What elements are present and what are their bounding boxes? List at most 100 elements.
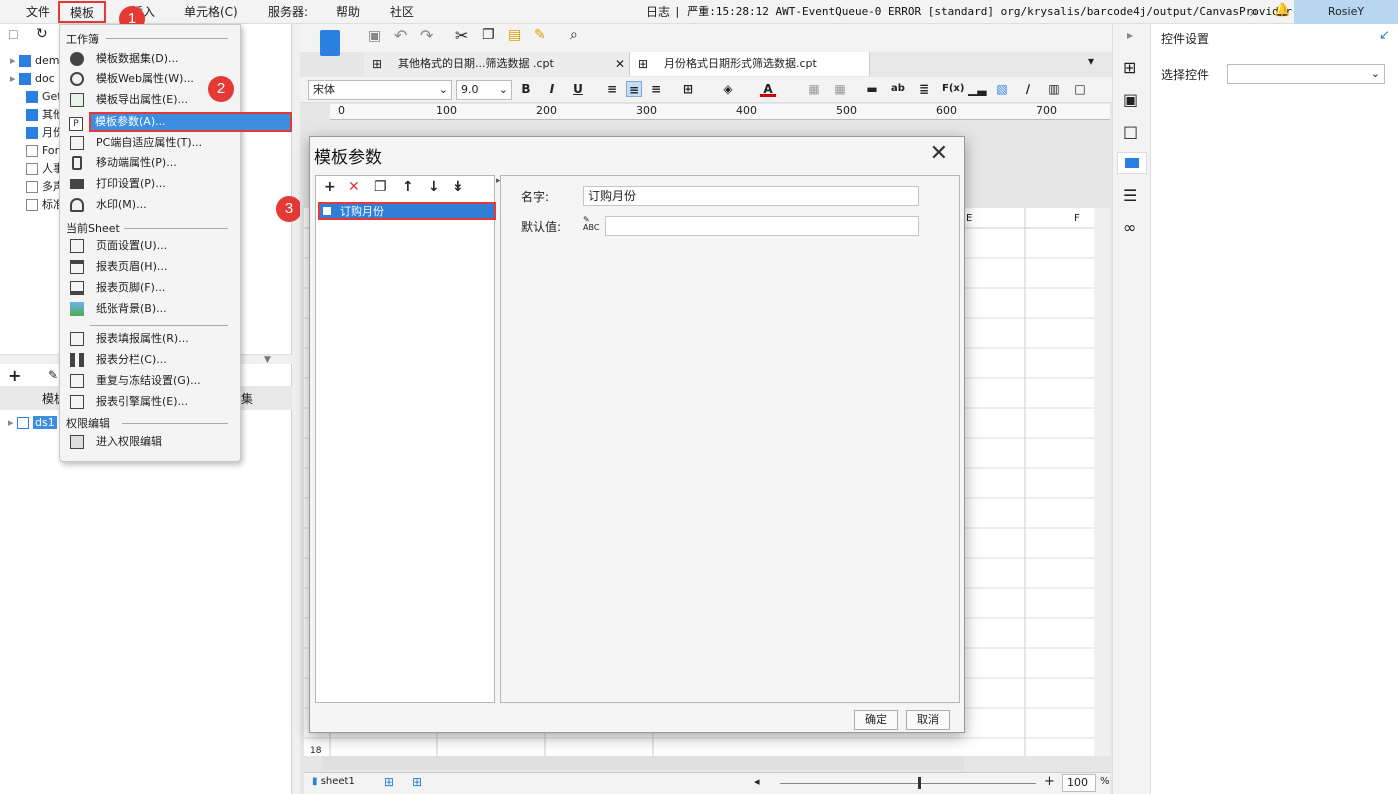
merge-icon[interactable]: ▦ [806,81,822,97]
row-header[interactable]: 18 [310,746,321,756]
bold-button[interactable]: B [518,81,534,97]
pin-icon[interactable]: ↙ [1379,28,1390,43]
sort-icon[interactable]: ↡ [452,179,464,195]
float-icon[interactable]: □ [1123,122,1138,141]
chevron-right-icon[interactable]: ▸ [1127,28,1133,42]
log-label[interactable]: 日志 [646,0,670,24]
add-dataset-icon[interactable]: + [8,366,21,385]
default-value-input[interactable] [605,216,919,236]
select-widget-dropdown[interactable]: ⌄ [1227,64,1385,84]
menu-pc-adaptive[interactable]: PC端自适应属性(T)... [64,133,236,153]
chart-icon[interactable]: ▁▃ [968,81,986,97]
border-icon[interactable]: ⊞ [680,81,696,97]
menu-report-header[interactable]: 报表页眉(H)... [64,257,236,277]
zoom-out-icon[interactable]: ◂ [754,775,760,788]
add-icon[interactable]: + [324,179,336,195]
menu-paper-background[interactable]: 纸张背景(B)... [64,299,236,319]
list-icon[interactable]: ☰ [1123,186,1137,205]
align-right-icon[interactable]: ≡ [648,81,664,97]
font-size-select[interactable]: 9.0 ⌄ [456,80,512,100]
tree-row[interactable]: ▸ dem [10,52,60,70]
undo-icon[interactable]: ↶ [394,26,407,45]
add-sheet-icon-2[interactable]: ⊞ [412,775,422,789]
param-list-item[interactable]: 订购月份 [318,202,496,220]
menu-enter-permission[interactable]: 进入权限编辑 [64,432,236,452]
menu-server[interactable]: 服务器: [268,0,308,24]
tab-document-1[interactable]: ⊞ 其他格式的日期...筛选数据 .cpt ✕ [364,52,630,76]
insert-row-icon[interactable]: ▬ [864,81,880,97]
float-element-icon[interactable]: □ [1072,81,1088,97]
menu-fill-attributes[interactable]: 报表填报属性(R)... [64,329,236,349]
link-icon[interactable]: ∞ [1123,218,1136,237]
zoom-in-icon[interactable]: + [1044,774,1055,789]
menu-template-params[interactable]: P 模板参数(A)... [69,112,292,132]
tab-document-2[interactable]: ⊞ 月份格式日期形式筛选数据.cpt [630,52,870,76]
menu-engine-attributes[interactable]: 报表引擎属性(E)... [64,392,236,412]
add-sheet-icon[interactable]: ⊞ [384,775,394,789]
format-brush-icon[interactable]: ✎ [534,27,546,43]
name-input[interactable]: 订购月份 [583,186,919,206]
underline-button[interactable]: U [570,81,586,97]
menu-page-setup[interactable]: 页面设置(U)... [64,236,236,256]
menu-help[interactable]: 帮助 [336,0,360,24]
align-center-icon[interactable]: ≡ [626,81,642,97]
move-up-icon[interactable]: ↑ [402,179,414,195]
menu-template-dataset[interactable]: 模板数据集(D)... [64,49,236,69]
chevron-down-icon[interactable]: ▼ [264,355,271,365]
delete-icon[interactable]: ✕ [348,179,360,195]
tree-row[interactable]: For [26,142,59,160]
user-name[interactable]: RosieY [1294,0,1398,24]
paste-icon[interactable]: ▤ [508,27,521,43]
column-header-e[interactable]: E [966,213,972,224]
zoom-thumb[interactable] [918,777,921,789]
close-icon[interactable]: ✕ [615,52,625,76]
zoom-input[interactable]: 100 [1062,774,1096,792]
tree-row[interactable]: ▸ doc [10,70,55,88]
menu-community[interactable]: 社区 [390,0,414,24]
split-icon[interactable]: ▦ [832,81,848,97]
save-icon[interactable]: ▣ [368,28,381,44]
redo-icon[interactable]: ↷ [420,26,433,45]
dataset-row[interactable]: ▸ ds1 [8,414,57,432]
menu-repeat-freeze[interactable]: 重复与冻结设置(G)... [64,371,236,391]
value-type-icon[interactable]: ✎ ABC [583,216,601,234]
copy-icon[interactable]: ❐ [374,179,387,195]
font-color-icon[interactable]: A [760,81,776,97]
menu-cell[interactable]: 单元格(C) [184,0,238,24]
close-icon[interactable]: ✕ [930,141,948,166]
paragraph-icon[interactable]: ≣ [916,81,932,97]
slash-icon[interactable]: ∕ [1020,81,1036,97]
align-left-icon[interactable]: ≡ [604,81,620,97]
preview-icon[interactable]: ⌕ [570,27,578,43]
formula-icon[interactable]: F(x) [942,81,964,97]
bell-icon[interactable]: 🔔 [1274,3,1290,18]
column-header-f[interactable]: F [1074,213,1080,224]
menu-mobile[interactable]: 移动端属性(P)... [64,153,236,173]
tab-server-dataset[interactable]: 集 [241,390,253,407]
condition-icon[interactable]: ▣ [1123,90,1138,109]
insert-image-icon[interactable]: ▧ [994,81,1010,97]
menu-watermark[interactable]: 水印(M)... [64,195,236,215]
text-icon[interactable]: ab [890,81,906,97]
copy-icon[interactable]: ❐ [482,27,495,43]
widget-settings-tab[interactable] [1117,152,1147,174]
sheet-tab[interactable]: ▮ sheet1 [312,776,355,787]
font-family-select[interactable]: 宋体 ⌄ [308,80,452,100]
ok-button[interactable]: 确定 [854,710,898,730]
cell-attr-icon[interactable]: ⊞ [1123,58,1136,77]
horizontal-scrollbar[interactable] [322,756,964,770]
tree-row[interactable]: Get [26,88,62,106]
search-icon[interactable]: ⌕ [1250,4,1258,20]
new-folder-icon[interactable]: ☐ [8,28,19,42]
template-icon[interactable] [320,30,340,56]
menu-template[interactable]: 模板 [58,1,107,23]
move-down-icon[interactable]: ↓ [428,179,440,195]
zoom-slider[interactable] [780,783,1036,784]
menu-report-footer[interactable]: 报表页脚(F)... [64,278,236,298]
menu-file[interactable]: 文件 [26,0,50,24]
tab-menu-icon[interactable]: ▾ [1088,54,1094,68]
refresh-icon[interactable]: ↻ [36,26,48,42]
menu-report-columns[interactable]: 报表分栏(C)... [64,350,236,370]
cancel-button[interactable]: 取消 [906,710,950,730]
italic-button[interactable]: I [544,81,560,97]
